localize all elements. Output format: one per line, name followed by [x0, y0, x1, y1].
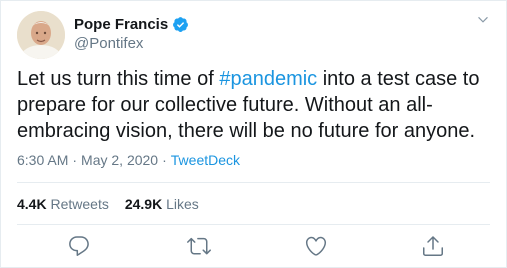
action-bar	[1, 225, 507, 268]
meta-separator: ·	[162, 152, 167, 168]
likes-label: Likes	[166, 196, 199, 212]
like-icon	[305, 236, 327, 256]
tweet-card: Pope Francis @Pontifex Let us turn this …	[0, 0, 507, 268]
retweet-button[interactable]	[187, 234, 211, 258]
likes-count: 24.9K	[124, 196, 163, 212]
tweet-stats: 4.4K Retweets 24.9K Likes	[17, 196, 199, 212]
tweet-text-before: Let us turn this time of	[17, 68, 220, 90]
tweet-source-link[interactable]: TweetDeck	[171, 152, 240, 168]
share-button[interactable]	[421, 234, 445, 258]
avatar-portrait-icon	[17, 11, 65, 59]
avatar[interactable]	[17, 11, 65, 59]
handle[interactable]: @Pontifex	[74, 35, 189, 52]
retweet-icon	[187, 237, 211, 255]
verified-badge-icon	[173, 16, 189, 32]
author-block: Pope Francis @Pontifex	[74, 14, 189, 52]
tweet-time[interactable]: 6:30 AM	[17, 152, 68, 168]
tweet-date[interactable]: May 2, 2020	[81, 152, 158, 168]
display-name[interactable]: Pope Francis	[74, 16, 168, 33]
chevron-down-icon[interactable]	[474, 11, 492, 29]
hashtag-link[interactable]: #pandemic	[219, 68, 317, 90]
meta-separator: ·	[72, 152, 78, 168]
retweets-stat[interactable]: 4.4K Retweets	[17, 196, 109, 212]
retweets-label: Retweets	[50, 196, 109, 212]
tweet-text: Let us turn this time of #pandemic into …	[17, 66, 497, 144]
retweets-count: 4.4K	[17, 196, 47, 212]
reply-icon	[69, 236, 89, 256]
likes-stat[interactable]: 24.9K Likes	[125, 196, 199, 212]
tweet-meta: 6:30 AM · May 2, 2020 · TweetDeck	[17, 152, 240, 168]
divider	[17, 182, 490, 183]
like-button[interactable]	[304, 234, 328, 258]
share-icon	[423, 236, 443, 256]
reply-button[interactable]	[67, 234, 91, 258]
